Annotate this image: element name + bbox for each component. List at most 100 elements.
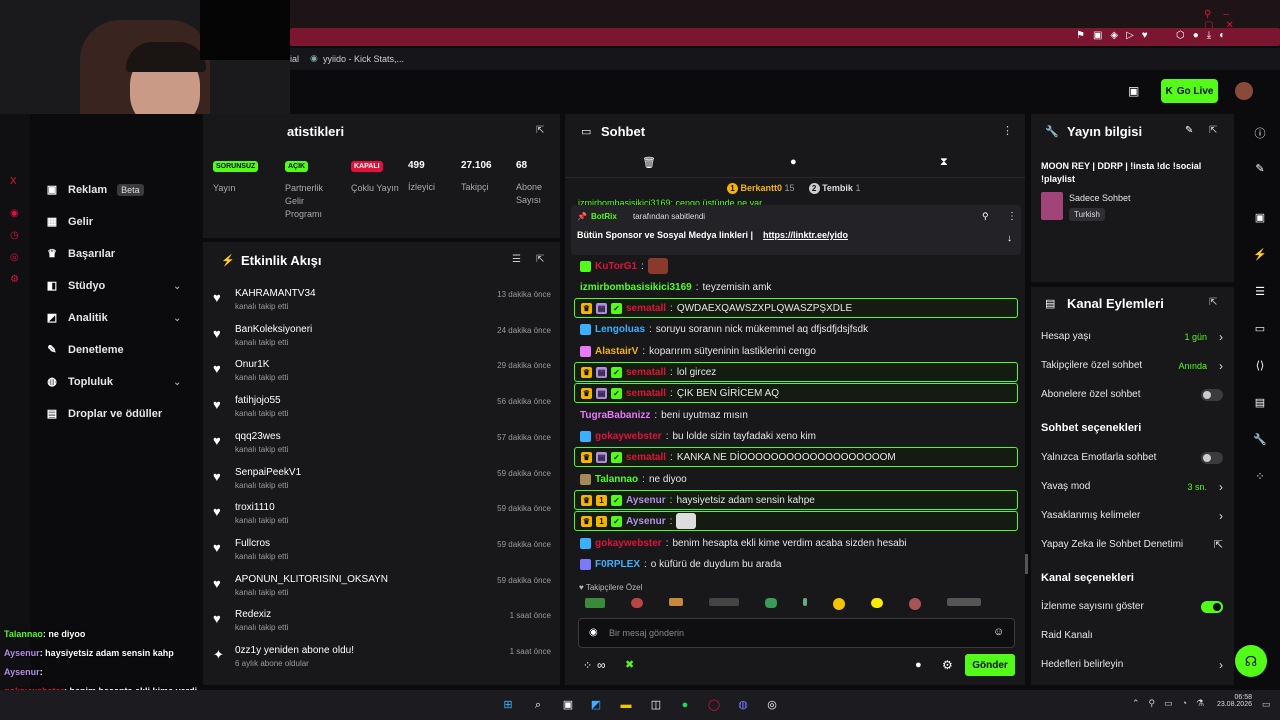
- popout-icon[interactable]: ⇱: [1209, 125, 1217, 136]
- pinned-menu-icon[interactable]: ⋮: [1007, 211, 1017, 222]
- activity-item[interactable]: ♥ troxi1110 kanalı takip etti 59 dakika önc…: [213, 502, 553, 536]
- emote[interactable]: [871, 598, 883, 608]
- bookmark-partial[interactable]: ial: [290, 54, 299, 64]
- chat-bubble-icon[interactable]: ●: [790, 156, 797, 168]
- support-icon[interactable]: ☊: [1235, 645, 1267, 677]
- start-icon[interactable]: ⊞: [500, 697, 516, 713]
- emote-row[interactable]: [585, 598, 1015, 610]
- chat-bubble-icon[interactable]: ●: [915, 659, 922, 671]
- bookmark-kick-stats[interactable]: yyiido - Kick Stats,...: [323, 54, 404, 64]
- activity-item[interactable]: ♥ APONUN_KLITORISINI_OKSAYN kanalı takip e…: [213, 574, 553, 608]
- camera-icon[interactable]: ▣: [1128, 84, 1139, 98]
- chat-message[interactable]: TugraBabanizz: beni uyutmaz mısın: [574, 405, 1018, 425]
- chat-message[interactable]: ♛ ▤ ✓ sematall: lol gircez: [574, 362, 1018, 382]
- setting-row[interactable]: Raid Kanalı: [1041, 630, 1223, 644]
- chat-menu-icon[interactable]: ⋮: [1002, 124, 1013, 137]
- emote[interactable]: [631, 598, 643, 608]
- outlook-icon[interactable]: ◩: [588, 697, 604, 713]
- emote[interactable]: [803, 598, 807, 606]
- chat-message[interactable]: F0RPLEX: o küfürü de duydum bu arada: [574, 554, 1018, 574]
- chat-username[interactable]: sematall: [626, 303, 666, 314]
- apps-icon[interactable]: ⁘: [1253, 470, 1267, 484]
- emote[interactable]: [709, 598, 739, 606]
- avatar[interactable]: [1235, 82, 1253, 100]
- chevron-right-icon[interactable]: ›: [1219, 658, 1223, 672]
- discord-icon[interactable]: ◎: [10, 252, 19, 263]
- emote[interactable]: [765, 598, 777, 608]
- list-icon[interactable]: ☰: [1253, 285, 1267, 299]
- chevron-right-icon[interactable]: ›: [1219, 509, 1223, 523]
- emoji-icon[interactable]: ☺: [993, 626, 1004, 638]
- chevron-right-icon[interactable]: ›: [1219, 359, 1223, 373]
- activity-item[interactable]: ♥ fatihjojo55 kanalı takip etti 56 dakika ö…: [213, 395, 553, 429]
- chat-tools-icon[interactable]: ⁘: [583, 659, 592, 672]
- folder-icon[interactable]: ▬: [618, 697, 634, 713]
- sidebar-item[interactable]: ♛ Başarılar: [46, 248, 115, 260]
- pencil-icon[interactable]: ✎: [1253, 162, 1267, 176]
- chevron-right-icon[interactable]: ›: [1219, 330, 1223, 344]
- trash-icon[interactable]: 🗑: [642, 156, 656, 169]
- sidebar-item[interactable]: ◧ Stüdyo: [46, 280, 105, 292]
- sidebar-item[interactable]: ◍ Topluluk: [46, 376, 113, 388]
- gifter-2[interactable]: 2 Tembik 1: [808, 183, 860, 194]
- settings-icon[interactable]: ⚙: [10, 274, 19, 285]
- chat-message[interactable]: ♛ ▤ ✓ sematall: KANKA NE DİOOOOOOOOOOOOOOOOO…: [574, 447, 1018, 467]
- chat-message[interactable]: gokaywebster: bu lolde sizin tayfadaki xe…: [574, 426, 1018, 446]
- chevron-down-icon[interactable]: ⌄: [173, 313, 181, 324]
- chat-input[interactable]: ◉ Bir mesaj gönderin ☺: [578, 618, 1015, 648]
- lightning-icon[interactable]: ⚡: [1253, 248, 1267, 262]
- chat-icon[interactable]: ▭: [1253, 322, 1267, 336]
- info-icon[interactable]: ⓘ: [1253, 125, 1267, 140]
- activity-item[interactable]: ♥ Fullcros kanalı takip etti 59 dakika önce: [213, 538, 553, 572]
- emote[interactable]: [909, 598, 921, 610]
- tray-icons[interactable]: ⌃⚲▭◔⚗: [1132, 698, 1213, 709]
- chevron-down-icon[interactable]: ⌄: [173, 377, 181, 388]
- opera-icon[interactable]: ◯: [706, 697, 722, 713]
- chat-message[interactable]: AlastairV: koparırım sütyeninin lastikler…: [574, 341, 1018, 361]
- external-link-icon[interactable]: ⇱: [1214, 538, 1223, 551]
- search-icon[interactable]: ⌕: [530, 697, 546, 713]
- camera-icon[interactable]: ▣: [1253, 211, 1267, 225]
- chat-username[interactable]: sematall: [626, 452, 666, 463]
- chat-username[interactable]: gokaywebster: [595, 431, 662, 442]
- chat-username[interactable]: AlastairV: [595, 346, 638, 357]
- popout-icon[interactable]: ⇱: [536, 254, 544, 265]
- notification-icon[interactable]: ▭: [1262, 699, 1271, 710]
- chat-message[interactable]: ♛ 1 ✓ Aysenur: haysiyetsiz adam sensin kahpe: [574, 490, 1018, 510]
- send-button[interactable]: Gönder: [965, 654, 1015, 676]
- tool-icon[interactable]: 🔧: [1253, 433, 1267, 447]
- record-icon[interactable]: ◉: [10, 208, 19, 219]
- layout-icon[interactable]: ▤: [1253, 396, 1267, 410]
- popout-icon[interactable]: ⇱: [1209, 297, 1217, 308]
- chat-username[interactable]: Lengoluas: [595, 324, 645, 335]
- chat-username[interactable]: KuTorG1: [595, 261, 637, 272]
- chat-username[interactable]: F0RPLEX: [595, 559, 640, 570]
- extension-icons[interactable]: ⬡●⤓◐: [1176, 30, 1233, 41]
- toggle-switch[interactable]: [1201, 389, 1223, 401]
- sidebar-item[interactable]: ▣ Reklam Beta: [46, 184, 144, 196]
- chat-username[interactable]: Aysenur: [626, 516, 666, 527]
- unpin-icon[interactable]: ⚲: [982, 211, 989, 222]
- pinned-link[interactable]: https://linktr.ee/yido: [763, 230, 848, 240]
- expand-icon[interactable]: ↓: [1007, 233, 1012, 244]
- go-live-button[interactable]: K Go Live: [1161, 79, 1218, 103]
- gifter-1[interactable]: 1 Berkantt0 15: [727, 183, 795, 194]
- emote[interactable]: [947, 598, 981, 606]
- sidebar-item[interactable]: ◩ Analitik: [46, 312, 108, 324]
- chat-message[interactable]: ♛ ▤ ✓ sematall: ÇIK BEN GİRİCEM AQ: [574, 383, 1018, 403]
- browser-toolbar-icons[interactable]: ⚑▣◈▷♥: [1076, 30, 1156, 41]
- chat-message[interactable]: izmirbombasisikici3169: teyzemisin amk: [574, 277, 1018, 297]
- chat-username[interactable]: Aysenur: [626, 495, 666, 506]
- activity-item[interactable]: ♥ SenpaiPeekV1 kanalı takip etti 59 dakika …: [213, 467, 553, 501]
- chat-message[interactable]: ♛ 1 ✓ Aysenur:: [574, 511, 1018, 531]
- sidebar-item[interactable]: ✎ Denetleme: [46, 344, 123, 356]
- chat-username[interactable]: sematall: [626, 388, 666, 399]
- store-icon[interactable]: ▣: [560, 697, 576, 713]
- setting-row[interactable]: Yalnızca Emotlarla sohbet: [1041, 452, 1223, 466]
- chevron-right-icon[interactable]: ›: [1219, 480, 1223, 494]
- infinity-icon[interactable]: ∞: [597, 658, 606, 672]
- emote[interactable]: [585, 598, 605, 608]
- toggle-switch[interactable]: [1201, 452, 1223, 464]
- activity-item[interactable]: ♥ qqq23wes kanalı takip etti 57 dakika önce: [213, 431, 553, 465]
- capture-icon[interactable]: ◫: [648, 697, 664, 713]
